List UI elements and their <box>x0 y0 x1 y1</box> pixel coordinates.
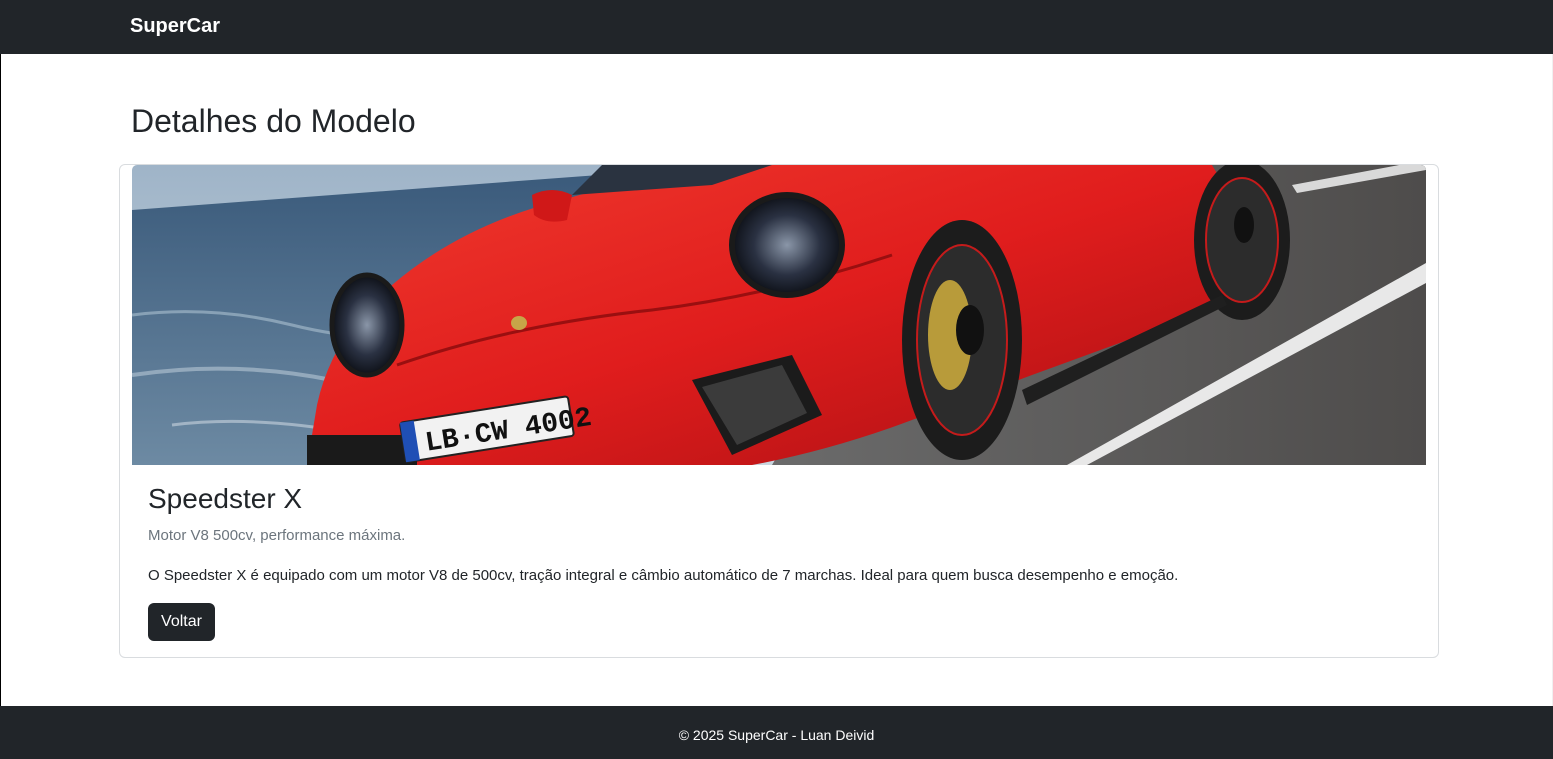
car-name: Speedster X <box>148 483 303 514</box>
car-detail-card: LB·CW 4002 Speedster X Motor V8 500cv, p… <box>119 164 1439 658</box>
car-image: LB·CW 4002 <box>132 165 1426 465</box>
back-button[interactable]: Voltar <box>148 603 215 641</box>
car-subtitle: Motor V8 500cv, performance máxima. <box>148 527 406 544</box>
car-description: O Speedster X é equipado com um motor V8… <box>148 567 1179 584</box>
footer-copyright: © 2025 SuperCar - Luan Deivid <box>678 727 875 743</box>
top-navbar: SuperCar <box>0 0 1553 54</box>
page-title: Detalhes do Modelo <box>131 103 416 139</box>
page-footer: © 2025 SuperCar - Luan Deivid <box>0 706 1553 759</box>
brand-link[interactable]: SuperCar <box>130 15 220 38</box>
